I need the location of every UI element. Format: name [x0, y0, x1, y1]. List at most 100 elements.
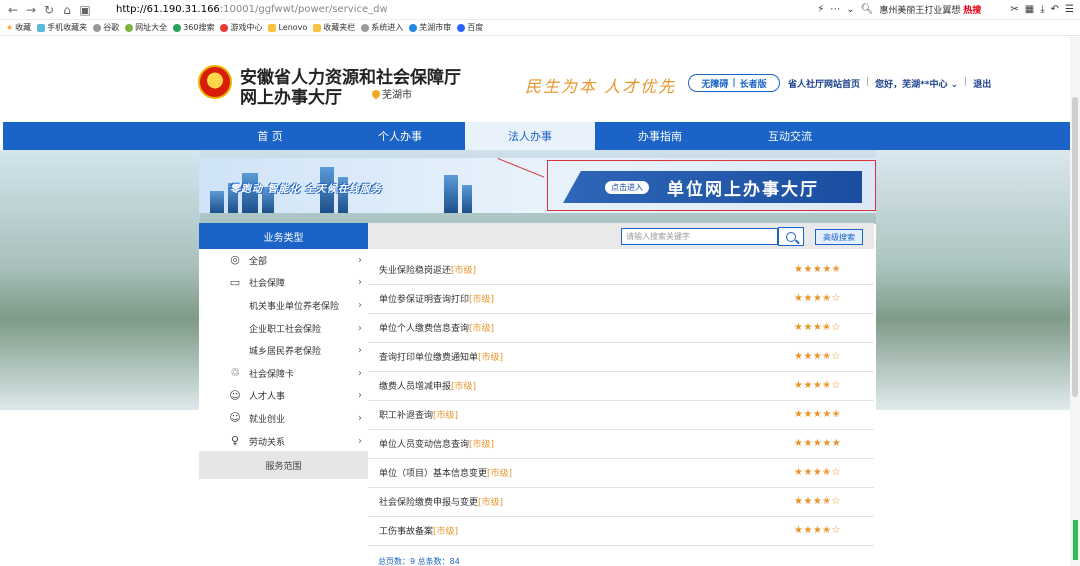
- service-row[interactable]: 单位参保证明查询打印[市级] ★★★✬☆: [368, 285, 874, 314]
- sidebar-item-label: 社会保障: [249, 279, 286, 290]
- sidebar-subitem-resident-pension[interactable]: 城乡居民养老保险 ›: [199, 339, 368, 362]
- service-name[interactable]: 查询打印单位缴费通知单[市级]: [379, 350, 503, 363]
- enter-unit-hall-button[interactable]: 点击进入 单位网上办事大厅: [563, 171, 862, 203]
- site-icon: [125, 23, 134, 32]
- service-row[interactable]: 单位个人缴费信息查询[市级] ★★★✬☆: [368, 314, 874, 343]
- bookmark-item[interactable]: 网址大全: [125, 22, 167, 33]
- search-button[interactable]: [778, 227, 804, 246]
- service-name[interactable]: 职工补退查询[市级]: [379, 408, 458, 421]
- bookmark-item[interactable]: 手机收藏夹: [37, 22, 87, 33]
- reload-icon[interactable]: ↻: [42, 3, 56, 17]
- service-level: [市级]: [487, 469, 513, 480]
- service-title: 职工补退查询: [379, 411, 434, 422]
- service-name[interactable]: 单位个人缴费信息查询[市级]: [379, 321, 494, 334]
- service-row[interactable]: 职工补退查询[市级] ★★★★✬: [368, 401, 874, 430]
- chevron-right-icon: ›: [358, 299, 362, 311]
- user-greeting[interactable]: 您好，芜湖**中心 ⌄: [875, 77, 958, 90]
- bookmark-label: 网址大全: [135, 23, 168, 32]
- sidebar-subitem-enterprise-insurance[interactable]: 企业职工社会保险 ›: [199, 317, 368, 340]
- bookmark-label: 系统进入: [371, 23, 404, 32]
- back-icon[interactable]: ←: [6, 3, 20, 17]
- nav-personal[interactable]: 个人办事: [335, 122, 465, 150]
- service-name[interactable]: 缴费人员增减申报[市级]: [379, 379, 476, 392]
- bookmark-item[interactable]: 百度: [457, 22, 483, 33]
- city-label: 芜湖市: [382, 90, 412, 101]
- service-title: 失业保险稳岗返还: [379, 266, 452, 277]
- divider: |: [964, 77, 968, 87]
- search-input[interactable]: 请输入搜索关键字: [621, 228, 778, 245]
- service-scope-button[interactable]: 服务范围: [199, 451, 368, 479]
- globe-icon: [93, 23, 102, 32]
- service-row[interactable]: 缴费人员增减申报[市级] ★★★✬☆: [368, 372, 874, 401]
- bookmark-label: 游戏中心: [230, 23, 263, 32]
- enter-pill[interactable]: 点击进入: [605, 180, 649, 194]
- sidebar-item-label: 机关事业单位养老保险: [249, 301, 340, 312]
- sidebar-item-talent[interactable]: ☺ 人才人事 ›: [199, 385, 368, 408]
- accessibility-button[interactable]: 无障碍: [701, 77, 728, 90]
- bookmark-item[interactable]: 360搜索: [173, 22, 214, 33]
- search-icon-browser[interactable]: 🔍︎: [861, 4, 874, 15]
- nav-home[interactable]: 首 页: [205, 122, 335, 150]
- portal-link[interactable]: 省人社厅网站首页: [788, 77, 860, 90]
- site-header: 安徽省人力资源和社会保障厅 网上办事大厅 芜湖市 民生为本 人才优先 无障碍 |…: [0, 37, 1080, 122]
- service-row[interactable]: 失业保险稳岗返还[市级] ★★★★✬: [368, 256, 874, 285]
- sidebar-item-social-card[interactable]: ♲ 社会保障卡 ›: [199, 362, 368, 385]
- sidebar-item-social-security[interactable]: ▭ 社会保障 ›: [199, 272, 368, 295]
- browser-right-tools: ⚡ ⋯ ⌄ 🔍︎ 惠州美丽王打业翼想 热搜 ✂ ▦ ⤓ ↶ ☰: [817, 3, 1074, 16]
- sidebar-item-employment[interactable]: ☺ 就业创业 ›: [199, 407, 368, 430]
- menu-icon[interactable]: ☰: [1065, 4, 1074, 15]
- chevron-right-icon: ›: [358, 390, 362, 402]
- more-icon[interactable]: ⋯: [830, 4, 840, 15]
- accessibility-toggle[interactable]: 无障碍 | 长者版: [688, 74, 780, 92]
- wallet-icon[interactable]: ▣: [78, 3, 92, 17]
- bookmark-item[interactable]: Lenovo: [268, 23, 307, 32]
- service-name[interactable]: 单位（项目）基本信息变更[市级]: [379, 466, 512, 479]
- bookmark-item[interactable]: ★ 收藏: [6, 22, 31, 33]
- nav-legal-entity[interactable]: 法人办事: [465, 122, 595, 150]
- logout-link[interactable]: 退出: [973, 77, 991, 90]
- bookmark-item[interactable]: 芜湖市审: [409, 22, 451, 33]
- address-bar[interactable]: http://61.190.31.166:10001/ggfwwt/power/…: [116, 4, 416, 15]
- service-name[interactable]: 单位参保证明查询打印[市级]: [379, 292, 494, 305]
- forward-icon[interactable]: →: [24, 3, 38, 17]
- service-list-panel: 请输入搜索关键字 高级搜索 失业保险稳岗返还[市级] ★★★★✬ 单位参保证明查…: [368, 223, 874, 553]
- scrollbar[interactable]: [1070, 37, 1080, 566]
- city-selector[interactable]: 芜湖市: [370, 86, 412, 101]
- nav-interaction[interactable]: 互动交流: [725, 122, 855, 150]
- service-name[interactable]: 社会保险缴费申报与变更[市级]: [379, 495, 503, 508]
- sidebar-item-label: 城乡居民养老保险: [249, 347, 322, 358]
- scissors-icon[interactable]: ✂: [1010, 4, 1018, 15]
- service-row[interactable]: 查询打印单位缴费通知单[市级] ★★★✬☆: [368, 343, 874, 372]
- bookmark-label: 百度: [467, 23, 484, 32]
- service-name[interactable]: 单位人员变动信息查询[市级]: [379, 437, 494, 450]
- scrollbar-thumb[interactable]: [1072, 97, 1078, 397]
- service-row[interactable]: 单位（项目）基本信息变更[市级] ★★★✬☆: [368, 459, 874, 488]
- side-widget[interactable]: [1073, 520, 1078, 560]
- nav-guide[interactable]: 办事指南: [595, 122, 725, 150]
- undo-icon[interactable]: ↶: [1051, 4, 1059, 15]
- download-icon[interactable]: ⤓: [1040, 4, 1044, 15]
- extension-icon[interactable]: ▦: [1025, 4, 1034, 15]
- sidebar-subitem-gov-pension[interactable]: 机关事业单位养老保险 ›: [199, 294, 368, 317]
- bookmark-item[interactable]: 收藏夹栏: [313, 22, 355, 33]
- browser-search-input[interactable]: 惠州美丽王打业翼想 热搜: [879, 3, 1004, 16]
- home-icon[interactable]: ⌂: [60, 3, 74, 17]
- bookmark-item[interactable]: 谷歌: [93, 22, 119, 33]
- bolt-icon[interactable]: ⚡: [817, 4, 824, 15]
- bookmark-item[interactable]: 系统进入: [361, 22, 403, 33]
- bookmark-label: 谷歌: [103, 23, 120, 32]
- chevron-right-icon: ›: [358, 367, 362, 379]
- sidebar-item-all[interactable]: ◎ 全部 ›: [199, 249, 368, 272]
- bookmark-label: 360搜索: [183, 23, 215, 32]
- service-row[interactable]: 工伤事故备案[市级] ★★★✬☆: [368, 517, 874, 546]
- sidebar-item-labor-relations[interactable]: ♀ 劳动关系 ›: [199, 430, 368, 453]
- service-row[interactable]: 社会保险缴费申报与变更[市级] ★★★✬☆: [368, 488, 874, 517]
- service-level: [市级]: [469, 295, 495, 306]
- service-row[interactable]: 单位人员变动信息查询[市级] ★★★★★: [368, 430, 874, 459]
- advanced-search-button[interactable]: 高级搜索: [815, 229, 863, 245]
- elder-mode-button[interactable]: 长者版: [740, 77, 767, 90]
- chevron-down-icon[interactable]: ⌄: [846, 4, 854, 15]
- service-name[interactable]: 工伤事故备案[市级]: [379, 524, 458, 537]
- service-name[interactable]: 失业保险稳岗返还[市级]: [379, 263, 476, 276]
- bookmark-item[interactable]: 游戏中心: [220, 22, 262, 33]
